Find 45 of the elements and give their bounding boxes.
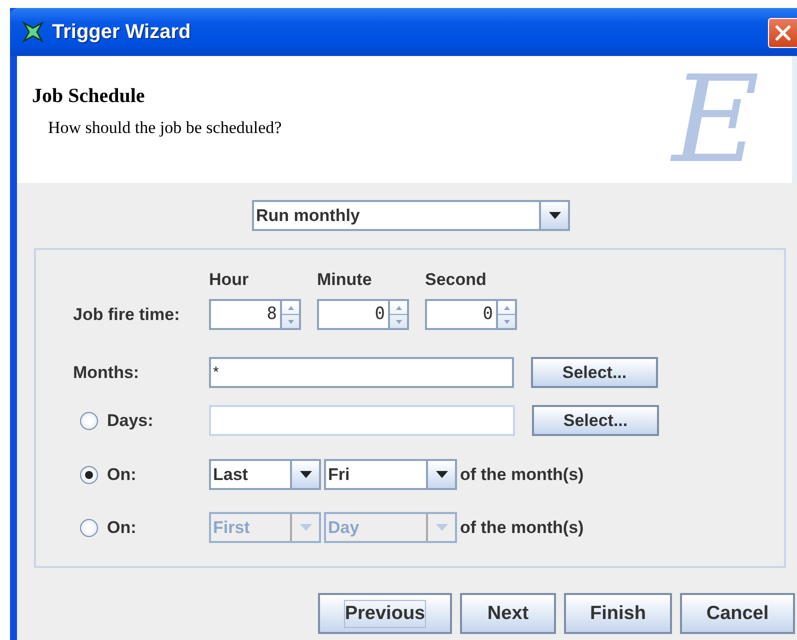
arrow-up-icon — [288, 306, 294, 310]
arrow-down-icon — [504, 320, 510, 324]
arrow-up-icon — [504, 306, 510, 310]
dropdown-arrow-icon — [436, 471, 448, 478]
text-field[interactable]: * — [209, 357, 514, 388]
wizard-button[interactable]: Cancel — [680, 593, 795, 634]
close-button[interactable] — [768, 18, 797, 48]
number-spinner[interactable]: 0 — [317, 299, 409, 330]
column-heading: Hour — [209, 270, 250, 290]
radio-label: Days: — [107, 410, 154, 430]
app-icon — [22, 21, 44, 43]
wizard-button[interactable]: Finish — [564, 593, 672, 634]
radio-label: On: — [107, 518, 136, 538]
schedule-dropdown[interactable]: Run monthly — [252, 200, 570, 231]
close-icon — [775, 25, 791, 41]
radio-button[interactable] — [80, 466, 98, 484]
select-button[interactable]: Select... — [531, 357, 658, 388]
wizard-button[interactable]: Previous — [318, 593, 452, 634]
text-field[interactable] — [209, 405, 515, 436]
page-subtitle: How should the job be scheduled? — [48, 117, 283, 139]
dropdown-arrow-icon — [300, 471, 312, 478]
dropdown-arrow-icon — [548, 212, 560, 219]
arrow-up-icon — [396, 306, 402, 310]
number-spinner[interactable]: 0 — [425, 299, 517, 330]
radio-button[interactable] — [80, 518, 98, 536]
radio-label: On: — [107, 464, 136, 484]
window-title: Trigger Wizard — [52, 20, 191, 44]
field-label: Job fire time: — [72, 304, 181, 324]
arrow-down-icon — [288, 320, 294, 324]
suffix-label: of the month(s) — [460, 464, 584, 484]
column-heading: Second — [425, 270, 488, 290]
radio-button[interactable] — [80, 412, 98, 430]
suffix-label: of the month(s) — [460, 518, 584, 538]
ordinal-dropdown[interactable]: Last — [209, 459, 321, 490]
wizard-button[interactable]: Next — [460, 593, 556, 634]
select-button[interactable]: Select... — [532, 405, 659, 436]
dropdown-arrow-icon — [436, 524, 448, 531]
dropdown-arrow-icon — [300, 524, 312, 531]
arrow-down-icon — [396, 320, 402, 324]
weekday-dropdown[interactable]: Fri — [324, 459, 457, 490]
field-label: Months: — [72, 362, 140, 382]
column-heading: Minute — [317, 270, 373, 290]
number-spinner[interactable]: 8 — [209, 299, 301, 330]
header-logo: E — [672, 61, 760, 181]
page-title: Job Schedule — [32, 84, 146, 108]
